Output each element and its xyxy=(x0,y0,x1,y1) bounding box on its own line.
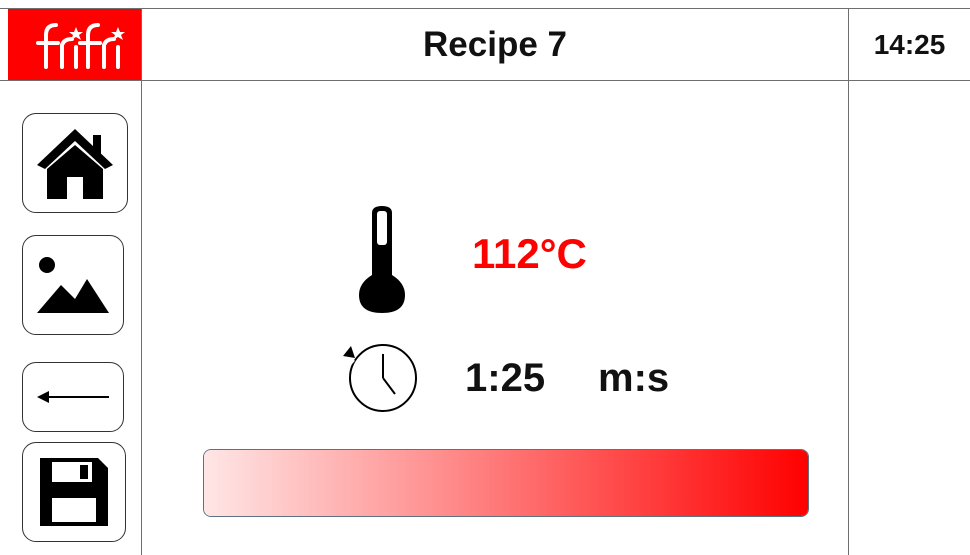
right-panel-divider xyxy=(848,8,849,555)
image-icon xyxy=(37,257,109,313)
progress-fill xyxy=(204,450,808,516)
sidebar-divider xyxy=(141,8,142,555)
time-value: 1:25 xyxy=(465,356,546,400)
save-button[interactable] xyxy=(22,442,126,542)
thermometer-icon xyxy=(359,206,405,313)
home-icon xyxy=(37,129,113,199)
frifri-logo xyxy=(8,9,141,80)
home-button[interactable] xyxy=(22,113,128,213)
temperature-value: 112°C xyxy=(472,230,587,277)
back-button[interactable] xyxy=(22,362,124,432)
gallery-button[interactable] xyxy=(22,235,124,335)
timer-icon xyxy=(339,344,417,412)
recipe-screen: Recipe 7 14:25 112°C 1:25 m:s xyxy=(0,0,970,555)
arrow-left-icon xyxy=(37,391,109,403)
progress-bar xyxy=(203,449,809,517)
clock-time: 14:25 xyxy=(873,28,946,60)
floppy-disk-icon xyxy=(40,458,108,526)
header-bottom-divider xyxy=(0,80,970,81)
page-title: Recipe 7 xyxy=(423,24,567,64)
time-unit: m:s xyxy=(598,356,670,400)
